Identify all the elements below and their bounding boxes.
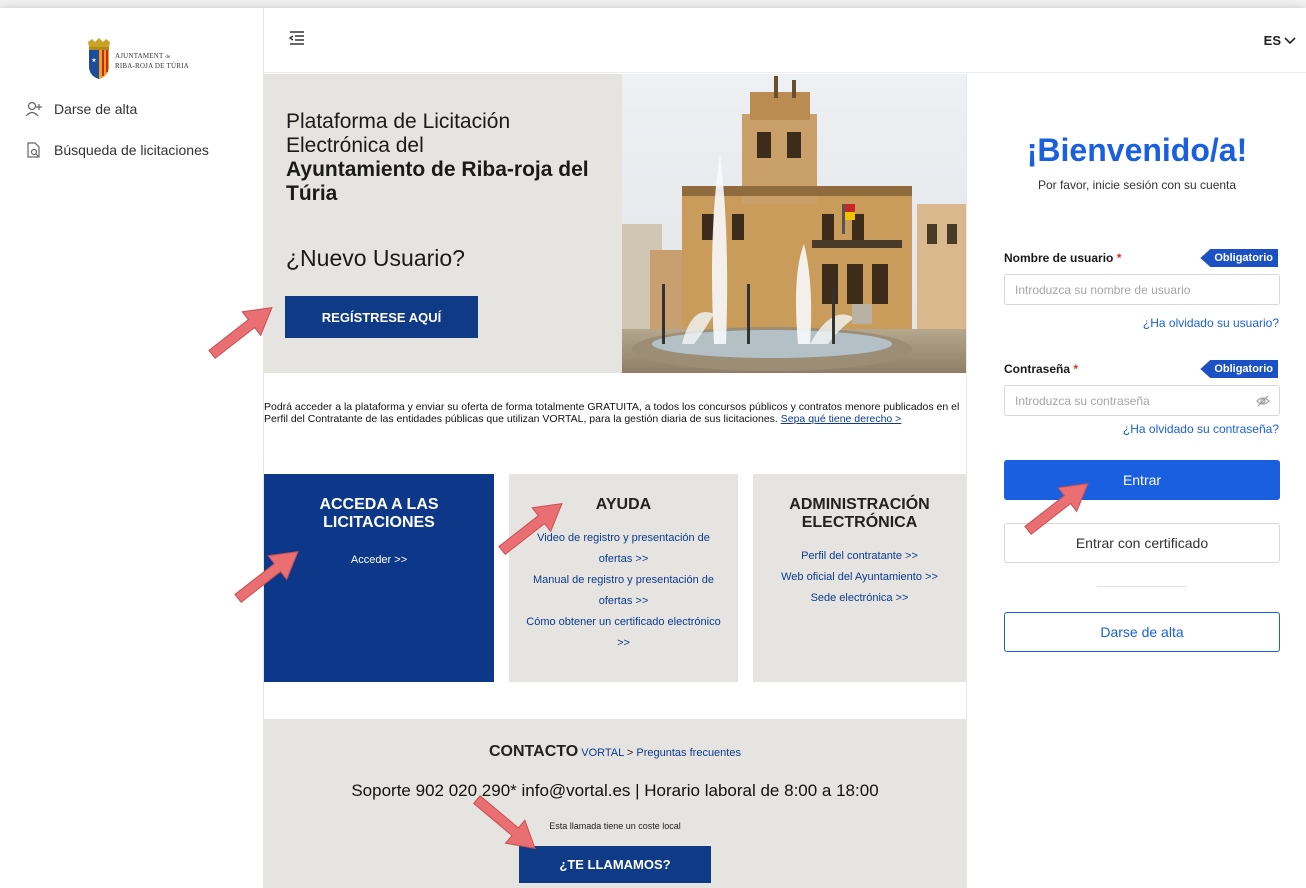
call-me-button[interactable]: ¿TE LLAMAMOS? bbox=[519, 846, 711, 883]
e-administration-card: ADMINISTRACIÓN ELECTRÓNICA Perfil del co… bbox=[753, 474, 966, 682]
sidebar-item-label: Búsqueda de licitaciones bbox=[54, 142, 209, 158]
login-button[interactable]: Entrar bbox=[1004, 460, 1280, 500]
contact-section: CONTACTO VORTAL > Preguntas frecuentes S… bbox=[264, 719, 966, 888]
access-link[interactable]: Acceder >> bbox=[264, 550, 494, 571]
required-asterisk: * bbox=[1116, 251, 1122, 265]
registration-manual-link[interactable]: Manual de registro y presentación de ofe… bbox=[523, 570, 724, 612]
rights-link[interactable]: Sepa qué tiene derecho > bbox=[781, 413, 902, 425]
document-search-icon bbox=[24, 140, 44, 160]
sidebar: ★ AJUNTAMENT de RIBA-ROJA DE TÚRIA Darse… bbox=[0, 8, 264, 888]
municipality-logo[interactable]: ★ AJUNTAMENT de RIBA-ROJA DE TÚRIA bbox=[85, 38, 215, 80]
sidebar-item-tender-search[interactable]: Búsqueda de licitaciones bbox=[24, 139, 209, 161]
menu-collapse-icon[interactable] bbox=[288, 30, 305, 46]
intro-paragraph: Podrá acceder a la plataforma y enviar s… bbox=[264, 401, 966, 425]
new-user-heading: ¿Nuevo Usuario? bbox=[286, 245, 465, 271]
hero-title: Plataforma de Licitación Electrónica del… bbox=[286, 110, 616, 206]
admin-card-title: ADMINISTRACIÓN ELECTRÓNICA bbox=[789, 496, 930, 531]
username-label-text: Nombre de usuario bbox=[1004, 251, 1114, 265]
welcome-heading: ¡Bienvenido/a! bbox=[1026, 132, 1248, 168]
contact-heading: CONTACTO VORTAL > Preguntas frecuentes bbox=[264, 743, 966, 761]
divider bbox=[1097, 586, 1187, 587]
language-label: ES bbox=[1263, 33, 1281, 48]
help-card-links: Video de registro y presentación de ofer… bbox=[509, 528, 738, 654]
logo-line-de: de bbox=[165, 55, 171, 60]
required-tag: Obligatorio bbox=[1200, 360, 1278, 378]
registration-video-link[interactable]: Video de registro y presentación de ofer… bbox=[523, 528, 724, 570]
logo-text: AJUNTAMENT de RIBA-ROJA DE TÚRIA bbox=[115, 52, 189, 70]
forgot-password-link[interactable]: ¿Ha olvidado su contraseña? bbox=[1123, 422, 1279, 436]
certificate-guide-link[interactable]: Cómo obtener un certificado electrónico … bbox=[523, 612, 724, 654]
required-asterisk: * bbox=[1073, 362, 1079, 376]
required-tag: Obligatorio bbox=[1200, 249, 1278, 267]
certificate-login-button[interactable]: Entrar con certificado bbox=[1004, 523, 1280, 563]
faq-link[interactable]: Preguntas frecuentes bbox=[636, 747, 741, 759]
vortal-link[interactable]: VORTAL bbox=[581, 747, 624, 759]
help-card-title: AYUDA bbox=[595, 496, 652, 513]
contact-title: CONTACTO bbox=[489, 743, 579, 760]
help-card: AYUDA Video de registro y presentación d… bbox=[509, 474, 738, 682]
password-label: Contraseña * bbox=[1004, 362, 1078, 376]
chevron-down-icon bbox=[1284, 36, 1296, 44]
access-tenders-card: ACCEDA A LAS LICITACIONES Acceder >> bbox=[264, 474, 494, 682]
hero-title-bold: Ayuntamiento de Riba-roja del Túria bbox=[286, 158, 589, 205]
password-input[interactable] bbox=[1004, 385, 1280, 416]
faq-separator: > bbox=[626, 747, 634, 759]
sidebar-item-signup[interactable]: Darse de alta bbox=[24, 98, 137, 120]
call-cost-note: Esta llamada tiene un coste local bbox=[549, 821, 681, 831]
town-hall-photo bbox=[622, 74, 966, 373]
access-card-links: Acceder >> bbox=[264, 550, 494, 571]
signup-button[interactable]: Darse de alta bbox=[1004, 612, 1280, 652]
add-user-icon bbox=[24, 99, 44, 119]
login-panel: ¡Bienvenido/a! Por favor, inicie sesión … bbox=[966, 74, 1306, 888]
access-card-title: ACCEDA A LAS LICITACIONES bbox=[319, 496, 439, 531]
contractor-profile-link[interactable]: Perfil del contratante >> bbox=[753, 546, 966, 567]
svg-text:★: ★ bbox=[91, 57, 96, 64]
logo-line-2: RIBA-ROJA DE TÚRIA bbox=[115, 62, 189, 70]
password-label-text: Contraseña bbox=[1004, 362, 1071, 376]
official-website-link[interactable]: Web oficial del Ayuntamiento >> bbox=[753, 567, 966, 588]
e-office-link[interactable]: Sede electrónica >> bbox=[753, 588, 966, 609]
coat-of-arms-icon: ★ bbox=[88, 38, 110, 79]
top-bar: ES bbox=[264, 8, 1306, 73]
main-content: Plataforma de Licitación Electrónica del… bbox=[264, 74, 966, 888]
username-label: Nombre de usuario * bbox=[1004, 251, 1121, 265]
hero-title-line-2: Electrónica del bbox=[286, 134, 424, 157]
language-selector[interactable]: ES bbox=[1264, 33, 1296, 48]
support-info: Soporte 902 020 290* info@vortal.es | Ho… bbox=[351, 781, 879, 800]
sidebar-item-label: Darse de alta bbox=[54, 101, 138, 117]
app-window: ★ AJUNTAMENT de RIBA-ROJA DE TÚRIA Darse… bbox=[0, 8, 1306, 888]
logo-line-1: AJUNTAMENT bbox=[115, 52, 164, 60]
username-input[interactable] bbox=[1004, 274, 1280, 305]
forgot-username-link[interactable]: ¿Ha olvidado su usuario? bbox=[1143, 316, 1279, 330]
login-subtitle: Por favor, inicie sesión con su cuenta bbox=[1037, 178, 1237, 192]
hero-title-line-1: Plataforma de Licitación bbox=[286, 110, 511, 133]
register-button[interactable]: REGÍSTRESE AQUÍ bbox=[285, 296, 478, 338]
eye-off-icon[interactable] bbox=[1256, 394, 1270, 408]
hero-banner: Plataforma de Licitación Electrónica del… bbox=[264, 74, 966, 373]
admin-card-links: Perfil del contratante >> Web oficial de… bbox=[753, 546, 966, 609]
